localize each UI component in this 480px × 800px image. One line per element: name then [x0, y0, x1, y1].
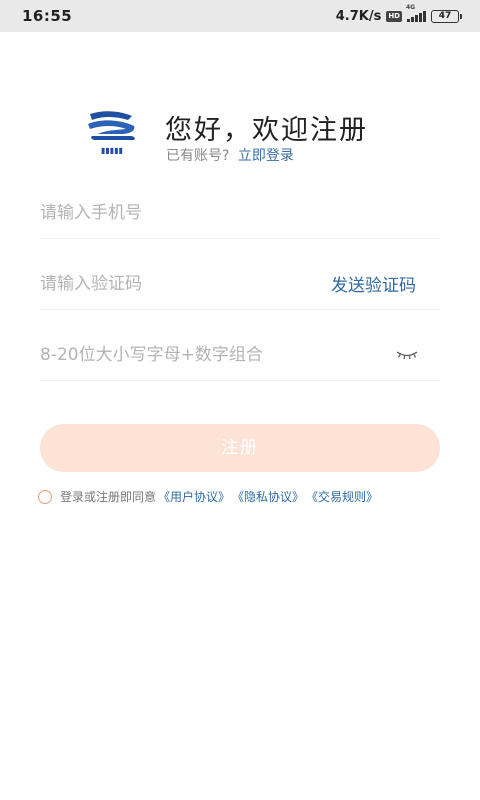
user-agreement-link[interactable]: 《用户协议》	[158, 488, 230, 505]
trading-rules-link[interactable]: 《交易规则》	[306, 488, 378, 505]
svg-text:▮▮▮▮▮: ▮▮▮▮▮	[101, 146, 123, 155]
eye-closed-icon[interactable]	[396, 345, 422, 365]
network-type: 4G	[406, 4, 416, 11]
login-link[interactable]: 立即登录	[238, 148, 294, 164]
signal-icon: 4G	[406, 4, 426, 22]
verification-code-row: 发送验证码	[40, 258, 440, 310]
verification-code-input[interactable]	[40, 258, 331, 309]
hd-icon: HD	[386, 10, 402, 22]
status-bar: 16:55 4.7K/s HD 4G 47	[0, 0, 480, 32]
have-account-label: 已有账号?	[166, 148, 230, 164]
privacy-agreement-link[interactable]: 《隐私协议》	[232, 488, 304, 505]
send-code-button[interactable]: 发送验证码	[331, 271, 416, 296]
agreement-row: 登录或注册即同意 《用户协议》 《隐私协议》 《交易规则》	[38, 488, 378, 505]
status-indicators: 4.7K/s HD 4G 47	[335, 4, 462, 24]
register-button[interactable]: 注册	[40, 424, 440, 472]
password-input[interactable]	[40, 329, 396, 380]
password-field-row	[40, 329, 440, 381]
agree-checkbox[interactable]	[38, 489, 52, 504]
page-title: 您好，欢迎注册	[165, 115, 368, 146]
phone-input[interactable]	[40, 187, 440, 238]
login-prompt: 已有账号? 立即登录	[166, 145, 294, 165]
battery-level: 47	[431, 9, 459, 23]
battery-icon: 47	[431, 9, 462, 23]
app-logo: ▮▮▮▮▮	[84, 108, 140, 158]
network-speed: 4.7K/s	[335, 8, 382, 24]
phone-field-row	[40, 187, 440, 239]
status-time: 16:55	[22, 7, 73, 25]
agreement-prefix: 登录或注册即同意	[60, 490, 157, 504]
